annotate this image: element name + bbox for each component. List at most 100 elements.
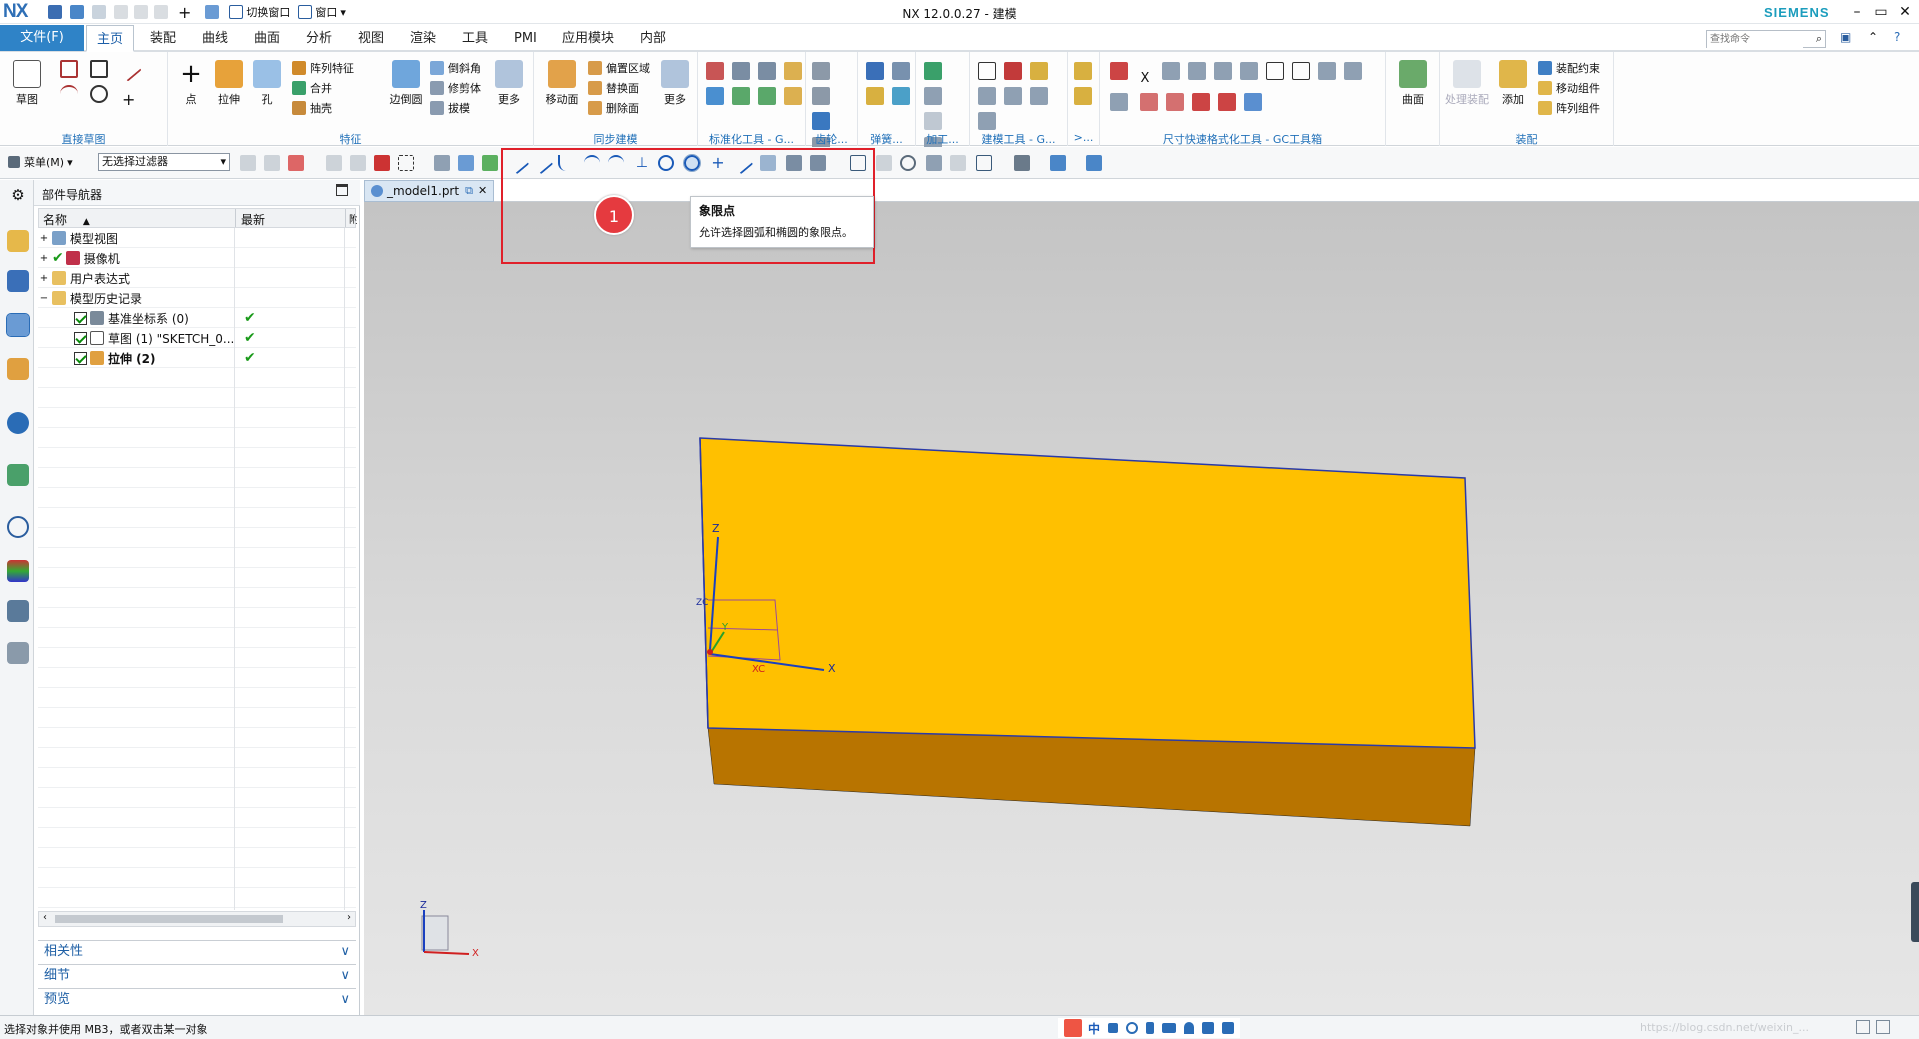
ime-user-icon[interactable] bbox=[1184, 1022, 1195, 1034]
dim-icon-11[interactable] bbox=[1110, 93, 1128, 111]
tree-node-model-views[interactable]: + 模型视图 bbox=[38, 228, 356, 248]
ime-mic-icon[interactable] bbox=[1146, 1022, 1155, 1034]
assembly-navigator-icon[interactable] bbox=[7, 230, 29, 252]
chamfer-button[interactable]: 倒斜角 bbox=[430, 58, 481, 78]
collapse-icon[interactable]: − bbox=[38, 293, 50, 304]
modeling-tool-icon-3[interactable] bbox=[1030, 62, 1048, 80]
dim-icon-9[interactable] bbox=[1318, 62, 1336, 80]
visibility-checkbox[interactable] bbox=[74, 331, 87, 345]
extrude-button[interactable]: 拉伸 bbox=[210, 56, 248, 107]
gear-icon[interactable] bbox=[812, 62, 830, 80]
panel-details[interactable]: 细节 ∨ bbox=[38, 964, 356, 986]
tree-node-cameras[interactable]: + ✔ 摄像机 bbox=[38, 248, 356, 268]
window-button[interactable]: 窗口 bbox=[315, 4, 337, 20]
select-tool-icon-5[interactable] bbox=[350, 155, 366, 171]
document-tab[interactable]: _model1.prt ⧉ ✕ bbox=[364, 180, 495, 202]
arc-icon[interactable] bbox=[60, 85, 78, 103]
delete-face-button[interactable]: 删除面 bbox=[588, 98, 650, 118]
modeling-tool-icon-4[interactable] bbox=[978, 87, 996, 105]
tab-tools[interactable]: 工具 bbox=[452, 25, 498, 52]
trim-body-button[interactable]: 修剪体 bbox=[430, 78, 481, 98]
select-tool-icon-6[interactable] bbox=[374, 155, 390, 171]
std-part-icon-8[interactable] bbox=[784, 87, 802, 105]
tab-internal[interactable]: 内部 bbox=[630, 25, 676, 52]
cut-icon[interactable] bbox=[114, 5, 128, 19]
ime-keyboard-icon[interactable] bbox=[1162, 1023, 1177, 1033]
rotate-icon[interactable] bbox=[900, 155, 916, 171]
web-browser-icon[interactable] bbox=[7, 464, 29, 486]
edge-blend-button[interactable]: 边倒圆 bbox=[384, 56, 428, 107]
minimize-button[interactable]: – bbox=[1846, 2, 1868, 22]
paste-icon[interactable] bbox=[154, 5, 168, 19]
draft-button[interactable]: 拔模 bbox=[430, 98, 481, 118]
plus-icon[interactable]: + bbox=[178, 3, 191, 22]
graphics-window[interactable]: Z X XC Y ZC Z X bbox=[364, 202, 1919, 1015]
status-icon-2[interactable] bbox=[1876, 1020, 1890, 1034]
pattern-component-button[interactable]: 阵列组件 bbox=[1538, 98, 1600, 118]
line-icon[interactable] bbox=[115, 56, 142, 82]
std-part-icon-5[interactable] bbox=[706, 87, 724, 105]
std-part-icon-4[interactable] bbox=[784, 62, 802, 80]
spring-icon-2[interactable] bbox=[892, 62, 910, 80]
tree-node-extrude[interactable]: 拉伸 (2) ✔ bbox=[38, 348, 356, 368]
maximize-panel-icon[interactable] bbox=[336, 184, 348, 196]
pattern-feature-button[interactable]: 阵列特征 bbox=[292, 58, 354, 78]
replace-face-button[interactable]: 替换面 bbox=[588, 78, 650, 98]
dim-icon-8[interactable] bbox=[1292, 62, 1310, 80]
std-part-icon-6[interactable] bbox=[732, 87, 750, 105]
ime-logo-icon[interactable] bbox=[1064, 1019, 1082, 1037]
visibility-checkbox[interactable] bbox=[74, 351, 87, 365]
machining-icon[interactable] bbox=[924, 62, 942, 80]
save-icon[interactable] bbox=[48, 5, 62, 19]
circle-icon[interactable] bbox=[89, 85, 108, 103]
select-tool-icon-9[interactable] bbox=[458, 155, 474, 171]
sync-more-button[interactable]: 更多 bbox=[656, 56, 694, 107]
column-name[interactable]: 名称 ▲ bbox=[43, 211, 90, 228]
modeling-tool-icon-7[interactable] bbox=[978, 112, 996, 130]
dim-icon-10[interactable] bbox=[1344, 62, 1362, 80]
window-icon[interactable] bbox=[298, 5, 313, 19]
render-style-icon[interactable] bbox=[1014, 155, 1030, 171]
ime-grid-icon[interactable] bbox=[1222, 1022, 1235, 1034]
tab-curve[interactable]: 曲线 bbox=[192, 25, 238, 52]
select-tool-icon-2[interactable] bbox=[264, 155, 280, 171]
add-component-button[interactable]: 添加 bbox=[1494, 56, 1532, 107]
spring-icon-3[interactable] bbox=[866, 87, 884, 105]
close-button[interactable]: ✕ bbox=[1894, 2, 1916, 22]
expand-icon[interactable]: + bbox=[38, 273, 50, 284]
process-assembly-button[interactable]: 处理装配 bbox=[1442, 56, 1492, 107]
detach-icon[interactable]: ⧉ bbox=[465, 181, 473, 201]
dim-icon-15[interactable] bbox=[1217, 93, 1236, 111]
gear-icon-3[interactable] bbox=[812, 112, 830, 130]
assembly-constraint-button[interactable]: 装配约束 bbox=[1538, 58, 1600, 78]
tree-node-sketch[interactable]: 草图 (1) "SKETCH_0... ✔ bbox=[38, 328, 356, 348]
roles-icon[interactable] bbox=[7, 600, 29, 622]
point-button[interactable]: + 点 bbox=[172, 56, 210, 107]
hd3d-tools-icon[interactable] bbox=[7, 412, 29, 434]
tree-node-user-expressions[interactable]: + 用户表达式 bbox=[38, 268, 356, 288]
move-component-button[interactable]: 移动组件 bbox=[1538, 78, 1600, 98]
expand-icon[interactable]: + bbox=[38, 253, 50, 264]
sketch-button[interactable]: 草图 bbox=[8, 56, 46, 107]
tab-view[interactable]: 视图 bbox=[348, 25, 394, 52]
ime-emoji-icon[interactable] bbox=[1126, 1022, 1139, 1034]
offset-region-button[interactable]: 偏置区域 bbox=[588, 58, 650, 78]
view-icon-5[interactable] bbox=[950, 155, 966, 171]
feature-more-button[interactable]: 更多 bbox=[490, 56, 528, 107]
dim-icon-12[interactable] bbox=[1139, 93, 1158, 111]
rectangle-icon[interactable] bbox=[89, 60, 108, 78]
spring-icon[interactable] bbox=[866, 62, 884, 80]
expand-icon[interactable]: + bbox=[38, 233, 50, 244]
palette-icon[interactable] bbox=[7, 560, 29, 582]
select-tool-icon-4[interactable] bbox=[326, 155, 342, 171]
tab-home[interactable]: 主页 bbox=[86, 25, 135, 52]
status-icon-1[interactable] bbox=[1856, 1020, 1870, 1034]
part-navigator-icon[interactable] bbox=[6, 313, 30, 337]
select-tool-icon-10[interactable] bbox=[482, 155, 498, 171]
dim-icon-16[interactable] bbox=[1243, 93, 1262, 111]
machining-icon-2[interactable] bbox=[924, 87, 942, 105]
close-tab-icon[interactable]: ✕ bbox=[478, 181, 487, 201]
tab-render[interactable]: 渲染 bbox=[400, 25, 446, 52]
shell-button[interactable]: 抽壳 bbox=[292, 98, 354, 118]
ime-language[interactable]: 中 bbox=[1088, 1020, 1100, 1037]
